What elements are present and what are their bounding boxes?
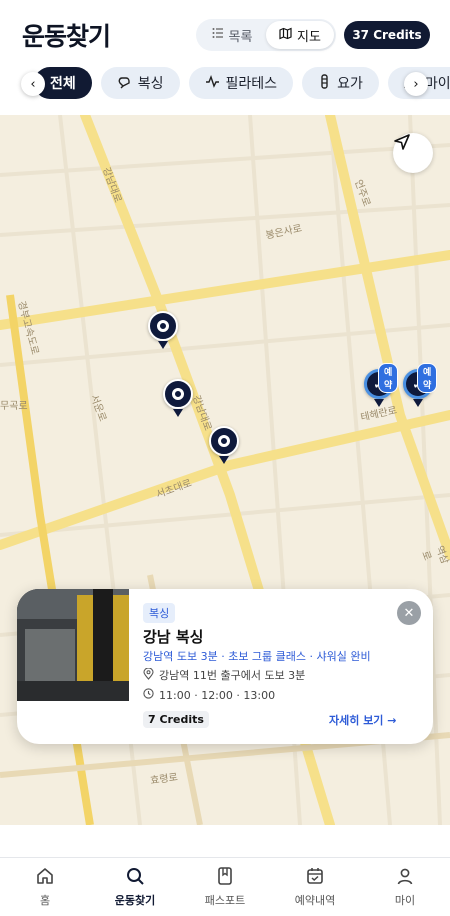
studio-name: 강남 복싱	[143, 628, 204, 646]
nav-item-bookings[interactable]: 예약내역	[270, 858, 360, 916]
map-view-button[interactable]: 지도	[266, 21, 334, 49]
nav-item-search[interactable]: 운동찾기	[90, 858, 180, 916]
booked-map-pin[interactable]: ✓ 예약	[364, 363, 399, 409]
category-chip-yoga[interactable]: 요가	[302, 67, 379, 99]
yoga-icon	[318, 73, 331, 93]
view-toggle: 목록 지도	[196, 19, 336, 51]
nav-item-passport[interactable]: 패스포트	[180, 858, 270, 916]
category-chip-pilates[interactable]: 필라테스	[188, 67, 294, 99]
header: 운동찾기 목록 지도 37 Credits	[0, 0, 450, 62]
home-icon	[35, 866, 55, 889]
booked-badge: 예약	[417, 363, 438, 393]
category-tag: 복싱	[143, 603, 176, 623]
location-text: 강남역 11번 출구에서 도보 3분	[159, 669, 306, 682]
location-pin-icon	[143, 666, 154, 683]
location-dot-icon	[218, 435, 230, 447]
map-view-label: 지도	[297, 29, 321, 45]
category-bar: 전체 복싱 필라테스 요가 마이 ‹ ›	[0, 62, 450, 110]
category-label: 요가	[337, 76, 363, 92]
list-view-label: 목록	[228, 29, 253, 45]
bottom-navigation: 홈 운동찾기 패스포트 예약내역 마이	[0, 857, 450, 916]
category-label: 복싱	[137, 76, 164, 92]
location-dot-icon	[157, 320, 169, 332]
booked-map-pin[interactable]: ✓ 예약	[403, 363, 438, 409]
category-chip-boxing[interactable]: 복싱	[100, 67, 180, 99]
calendar-check-icon	[305, 866, 325, 889]
map-icon	[279, 27, 292, 44]
booked-badge: 예약	[378, 363, 399, 393]
nav-label: 예약내역	[294, 894, 336, 907]
clock-icon	[143, 688, 154, 702]
studio-times: 11:00 · 12:00 · 13:00	[143, 688, 275, 702]
boxing-glove-icon	[117, 74, 132, 93]
search-icon	[125, 866, 145, 889]
details-link[interactable]: 자세히 보기 →	[329, 712, 396, 728]
category-label: 마이	[424, 76, 450, 92]
times-text: 11:00 · 12:00 · 13:00	[159, 688, 276, 702]
close-icon[interactable]: ✕	[397, 601, 421, 625]
studio-features: 강남역 도보 3분 · 초보 그룹 클래스 · 샤워실 완비	[143, 650, 371, 663]
pulse-icon	[205, 74, 220, 93]
category-label: 필라테스	[225, 76, 278, 92]
credits-badge[interactable]: 37 Credits	[344, 21, 430, 49]
nav-label: 홈	[39, 894, 51, 907]
nav-label: 마이	[394, 894, 416, 907]
studio-location: 강남역 11번 출구에서 도보 3분	[143, 666, 306, 683]
nav-item-home[interactable]: 홈	[0, 858, 90, 916]
credit-cost-badge: 7 Credits	[143, 711, 209, 728]
list-icon	[212, 27, 224, 43]
studio-map-pin[interactable]	[209, 426, 239, 466]
person-icon	[395, 866, 415, 889]
list-view-button[interactable]: 목록	[198, 21, 266, 49]
studio-photo	[17, 589, 129, 701]
page-title: 운동찾기	[22, 22, 111, 51]
studio-map-pin[interactable]	[148, 311, 178, 351]
nav-label: 운동찾기	[114, 894, 156, 907]
location-dot-icon	[172, 388, 184, 400]
chevron-left-icon[interactable]: ‹	[21, 72, 45, 96]
studio-card[interactable]: ✕ 복싱 강남 복싱 강남역 도보 3분 · 초보 그룹 클래스 · 샤워실 완…	[17, 589, 433, 744]
chevron-right-icon[interactable]: ›	[404, 72, 428, 96]
locate-me-button[interactable]	[393, 133, 433, 173]
passport-icon	[215, 866, 235, 889]
studio-map-pin[interactable]	[163, 379, 193, 419]
category-label: 전체	[50, 76, 76, 92]
nav-item-my[interactable]: 마이	[360, 858, 450, 916]
nav-label: 패스포트	[204, 894, 246, 907]
road-label: 무곡로	[0, 401, 28, 412]
